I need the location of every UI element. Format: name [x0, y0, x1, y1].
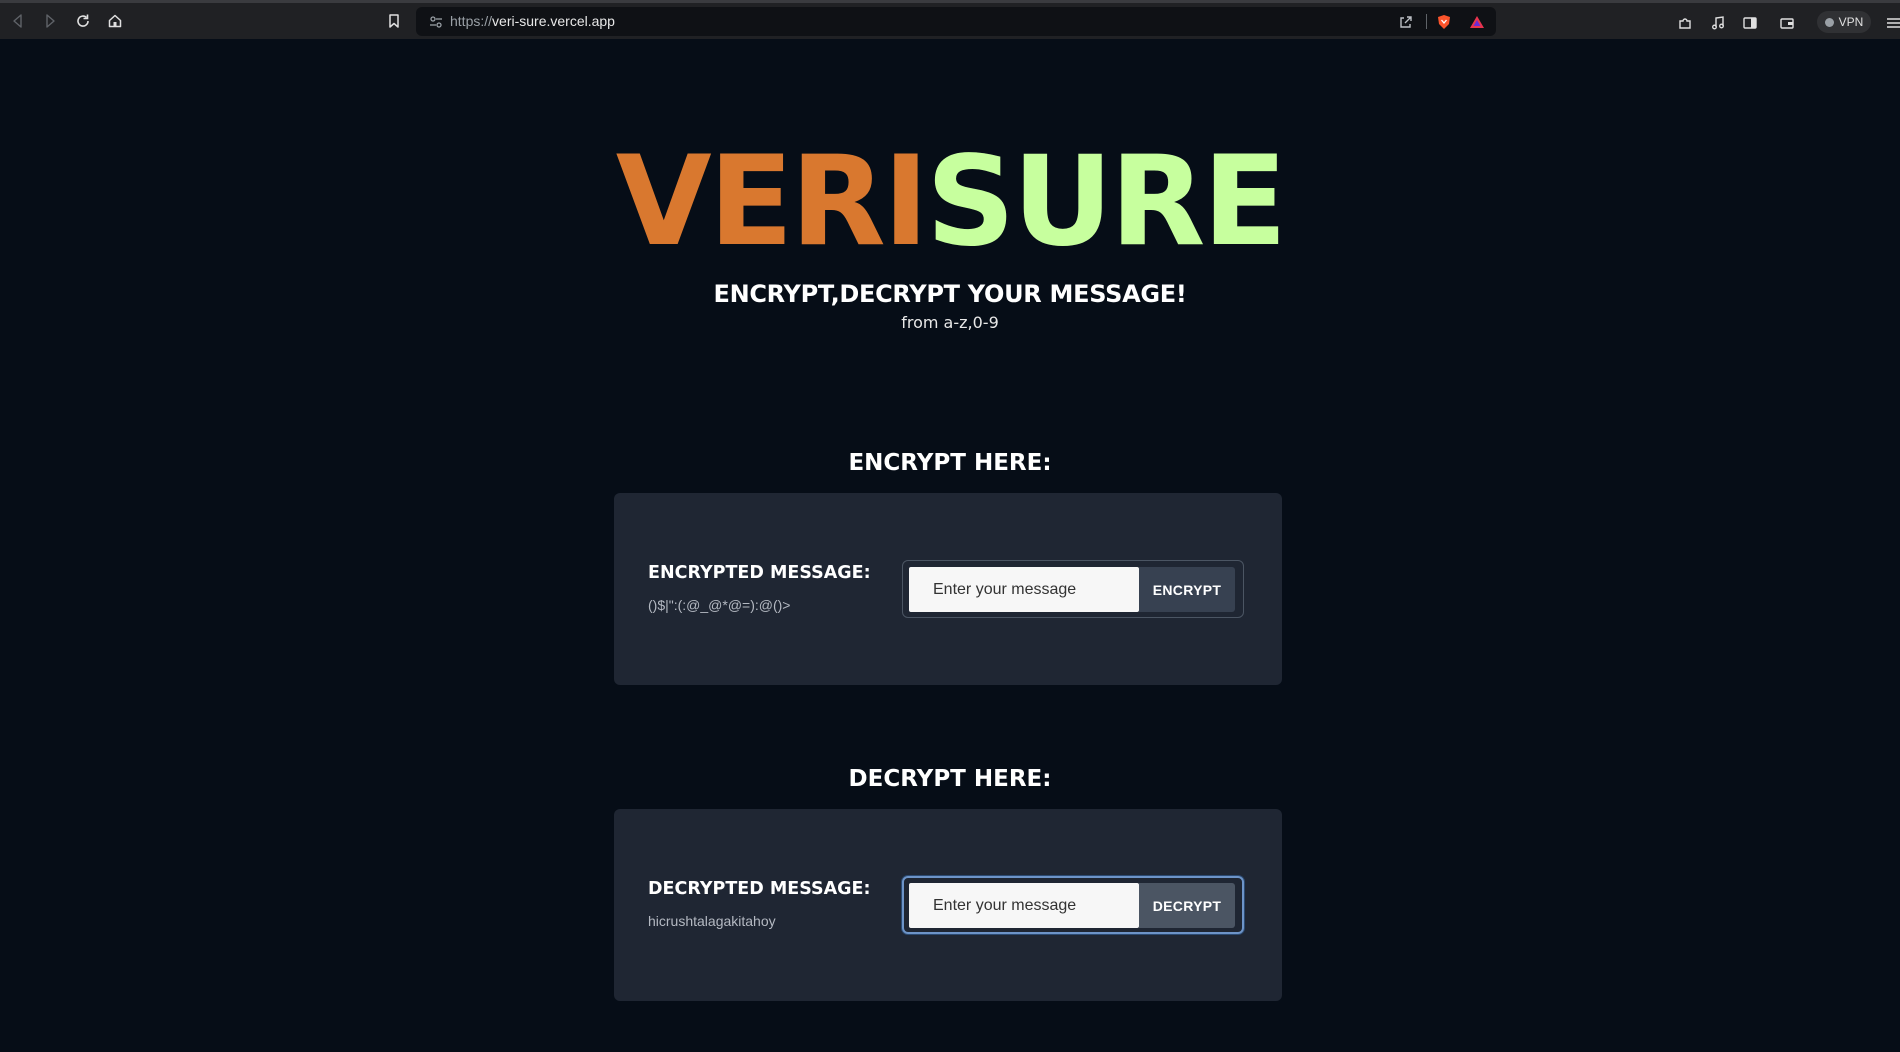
encrypt-message-input[interactable] [909, 567, 1139, 612]
home-icon[interactable] [103, 9, 127, 33]
decrypt-section-title: DECRYPT HERE: [848, 766, 1052, 792]
wallet-icon[interactable] [1777, 13, 1797, 33]
sidebar-icon[interactable] [1740, 13, 1760, 33]
encrypt-button[interactable]: ENCRYPT [1139, 567, 1235, 612]
decrypted-message-output: hicrushtalagakitahoy [648, 913, 776, 929]
menu-icon[interactable] [1884, 13, 1900, 33]
tagline: ENCRYPT,DECRYPT YOUR MESSAGE! [713, 280, 1187, 308]
subtitle: from a-z,0-9 [901, 313, 999, 332]
encrypt-card: ENCRYPTED MESSAGE: ()$|":(:@_@*@=):@()> … [614, 493, 1282, 685]
forward-icon[interactable] [38, 9, 62, 33]
decrypt-card: DECRYPTED MESSAGE: hicrushtalagakitahoy … [614, 809, 1282, 1001]
encrypt-input-group: ENCRYPT [902, 560, 1244, 618]
vpn-button[interactable]: VPN [1817, 11, 1871, 33]
decrypt-message-input[interactable] [909, 883, 1139, 928]
brand-part-sure: SURE [926, 130, 1287, 274]
url-host: veri-sure.vercel.app [492, 13, 615, 29]
reload-icon[interactable] [71, 9, 95, 33]
address-bar[interactable]: https://veri-sure.vercel.app [416, 7, 1496, 36]
back-icon[interactable] [6, 9, 30, 33]
url-scheme: https:// [450, 13, 493, 29]
bookmark-icon[interactable] [382, 9, 406, 33]
encrypted-message-label: ENCRYPTED MESSAGE: [648, 563, 871, 583]
media-icon[interactable] [1708, 13, 1728, 33]
browser-toolbar: https://veri-sure.vercel.app VPN [0, 0, 1900, 39]
extensions-icon[interactable] [1675, 13, 1695, 33]
brand-logo: VERISURE [0, 132, 1900, 272]
vpn-label: VPN [1838, 15, 1864, 29]
encrypt-section-title: ENCRYPT HERE: [848, 450, 1052, 476]
decrypt-input-group: DECRYPT [902, 876, 1244, 934]
decrypted-message-label: DECRYPTED MESSAGE: [648, 879, 871, 899]
encrypted-message-output: ()$|":(:@_@*@=):@()> [648, 597, 791, 613]
brave-shields-icon[interactable] [1434, 12, 1454, 32]
decrypt-button[interactable]: DECRYPT [1139, 883, 1235, 928]
divider [1426, 14, 1427, 29]
site-settings-icon[interactable] [426, 12, 446, 32]
vpn-status-icon [1824, 17, 1834, 27]
url-text: https://veri-sure.vercel.app [450, 7, 615, 36]
share-icon[interactable] [1396, 12, 1416, 32]
brave-rewards-icon[interactable] [1467, 12, 1487, 32]
brand-part-veri: VERI [615, 130, 929, 274]
